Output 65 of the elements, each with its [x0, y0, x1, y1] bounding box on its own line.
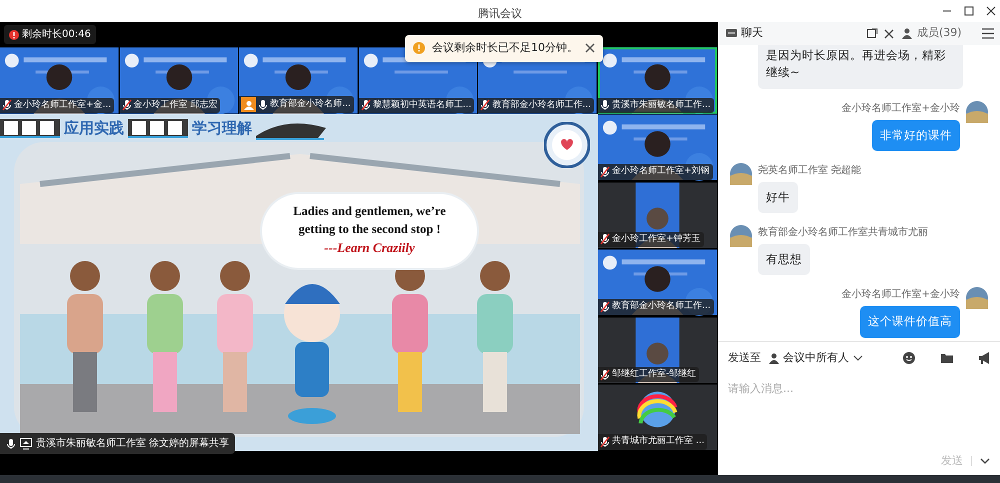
message-bubble: 这个课件价值高 — [860, 306, 960, 338]
emoji-icon[interactable] — [903, 352, 915, 364]
muted-mic-icon[interactable] — [600, 368, 610, 381]
muted-mic-icon[interactable] — [480, 99, 490, 112]
sender-name: 尧英名师工作室 尧超能 — [758, 164, 862, 178]
toast-text: 会议剩余时长已不足10分钟。 — [432, 40, 578, 56]
send-to-label: 发送至 — [728, 350, 761, 366]
muted-mic-icon[interactable] — [360, 99, 371, 112]
caret-icon[interactable] — [980, 456, 990, 465]
message-bubble: 非常好的课件 — [872, 120, 960, 151]
muted-mic-icon[interactable] — [122, 99, 132, 112]
train-car-icon — [0, 116, 60, 140]
muted-mic-icon[interactable] — [600, 166, 610, 178]
sender-name: 金小玲名师工作室+金小玲 — [842, 288, 960, 302]
close-icon[interactable] — [986, 6, 996, 16]
person-icon — [769, 352, 779, 364]
share-text: 贵溪市朱丽敏名师工作室 徐文婷的屏幕共享 — [36, 436, 230, 451]
sender-name: 教育部金小玲名师工作室共青城市尤丽 — [758, 226, 928, 240]
mic-icon[interactable] — [258, 98, 268, 110]
chat-icon — [726, 28, 737, 39]
chat-tab[interactable]: 聊天 — [724, 25, 765, 42]
participant-name: 教育部金小玲名师工作... — [492, 98, 591, 112]
close-icon[interactable] — [585, 43, 595, 54]
banner-text: 应用实践 — [64, 118, 124, 139]
participant-name: 邹继红工作室-邹继红 — [612, 368, 696, 381]
megaphone-icon[interactable] — [979, 352, 990, 364]
message-bubble: 有思想 — [758, 244, 810, 276]
pop-out-icon[interactable] — [867, 28, 878, 39]
alert-icon — [9, 30, 19, 40]
folder-icon[interactable] — [941, 352, 953, 364]
warning-icon — [413, 42, 425, 54]
participant-name: 金小玲名师工作室+刘钢 — [612, 165, 710, 178]
participant-name: 金小玲工作室+钟芳玉 — [612, 232, 701, 246]
chat-tab[interactable]: 成员(39) — [900, 25, 964, 42]
message-bubble: 是因为时长原因。再进会场，精彩继续~ — [758, 45, 963, 88]
screen-share-icon — [20, 438, 32, 450]
avatar-icon — [241, 97, 256, 112]
participant-name: 黎慧颖初中英语名师工... — [372, 98, 472, 112]
caret-icon — [853, 354, 863, 362]
train-car-icon — [128, 116, 188, 140]
muted-mic-icon[interactable] — [600, 301, 610, 314]
mic-icon[interactable] — [6, 438, 16, 450]
participant-name: 贵溪市朱丽敏名师工作... — [612, 98, 711, 112]
mic-icon[interactable] — [600, 99, 610, 112]
timer-text: 剩余时长00:46 — [22, 28, 91, 42]
menu-icon[interactable] — [982, 28, 994, 39]
window-title: 腾讯会议 — [478, 7, 522, 20]
message-bubble: 好牛 — [758, 182, 798, 213]
logo-icon — [544, 122, 590, 168]
banner-text: 学习理解 — [192, 118, 252, 139]
participant-name: 金小玲工作室 邱志宏 — [134, 98, 218, 112]
bubble-text: Ladies and gentlemen, we’re getting to the second stop ! — [292, 203, 447, 238]
participant-name: 共青城市尤丽工作室 ... — [612, 435, 704, 448]
close-icon[interactable] — [884, 28, 894, 38]
muted-mic-icon[interactable] — [600, 436, 610, 448]
participant-name: 金小玲名师工作室+金... — [14, 98, 112, 112]
recipient-dropdown[interactable]: 会议中所有人 — [767, 350, 865, 366]
maximize-icon[interactable] — [964, 6, 974, 16]
participant-name: 教育部金小玲名师工作... — [612, 300, 711, 314]
muted-mic-icon[interactable] — [2, 99, 12, 112]
members-icon — [902, 28, 913, 39]
participant-name: 教育部金小玲名师... — [270, 98, 351, 111]
signature-text: ---Learn Craziily — [323, 239, 416, 258]
sender-name: 金小玲名师工作室+金小玲 — [842, 102, 960, 116]
muted-mic-icon[interactable] — [600, 233, 610, 246]
